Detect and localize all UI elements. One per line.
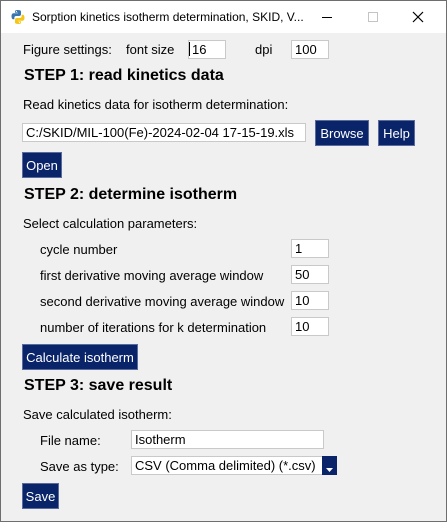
- save-button[interactable]: Save: [22, 483, 59, 509]
- help-button[interactable]: Help: [378, 120, 415, 146]
- save-as-type-select[interactable]: CSV (Comma delimited) (*.csv): [131, 456, 324, 475]
- main-content: Figure settings: font size 16 dpi 100 ST…: [1, 33, 446, 521]
- second-derivative-window-label: second derivative moving average window: [40, 294, 285, 309]
- chevron-down-icon: [326, 468, 333, 472]
- browse-button[interactable]: Browse: [315, 120, 369, 146]
- window-title: Sorption kinetics isotherm determination…: [32, 10, 304, 24]
- step2-description: Select calculation parameters:: [23, 216, 198, 231]
- minimize-button[interactable]: [304, 1, 350, 33]
- step1-heading: STEP 1: read kinetics data: [24, 67, 224, 84]
- second-derivative-window-input[interactable]: 10: [291, 291, 329, 310]
- app-window: Sorption kinetics isotherm determination…: [0, 0, 447, 522]
- open-button[interactable]: Open: [22, 152, 62, 178]
- step3-heading: STEP 3: save result: [24, 377, 173, 394]
- file-name-label: File name:: [40, 433, 101, 448]
- maximize-button[interactable]: [350, 1, 396, 33]
- dpi-input[interactable]: 100: [291, 40, 329, 59]
- k-iterations-label: number of iterations for k determination: [40, 320, 267, 335]
- python-icon: [11, 10, 25, 24]
- first-derivative-window-label: first derivative moving average window: [40, 268, 264, 283]
- dpi-label: dpi: [255, 42, 273, 57]
- minimize-icon: [322, 17, 332, 18]
- k-iterations-input[interactable]: 10: [291, 317, 329, 336]
- cycle-number-input[interactable]: 1: [291, 239, 329, 258]
- close-icon: [412, 11, 424, 23]
- cycle-number-label: cycle number: [40, 242, 118, 257]
- font-size-label: font size: [126, 42, 175, 57]
- figure-settings-label: Figure settings:: [23, 42, 112, 57]
- kinetics-file-path-input[interactable]: C:/SKID/MIL-100(Fe)-2024-02-04 17-15-19.…: [22, 123, 306, 142]
- close-button[interactable]: [395, 1, 441, 33]
- save-as-type-dropdown-button[interactable]: [322, 456, 337, 475]
- maximize-icon: [368, 12, 378, 22]
- text-cursor: [189, 42, 190, 56]
- step1-description: Read kinetics data for isotherm determin…: [23, 97, 289, 112]
- save-as-type-label: Save as type:: [40, 459, 119, 474]
- first-derivative-window-input[interactable]: 50: [291, 265, 329, 284]
- font-size-input[interactable]: 16: [188, 40, 226, 59]
- step3-description: Save calculated isotherm:: [23, 407, 172, 422]
- file-name-input[interactable]: Isotherm: [131, 430, 324, 449]
- calculate-isotherm-button[interactable]: Calculate isotherm: [22, 344, 138, 370]
- title-bar[interactable]: Sorption kinetics isotherm determination…: [1, 1, 446, 33]
- step2-heading: STEP 2: determine isotherm: [24, 186, 238, 203]
